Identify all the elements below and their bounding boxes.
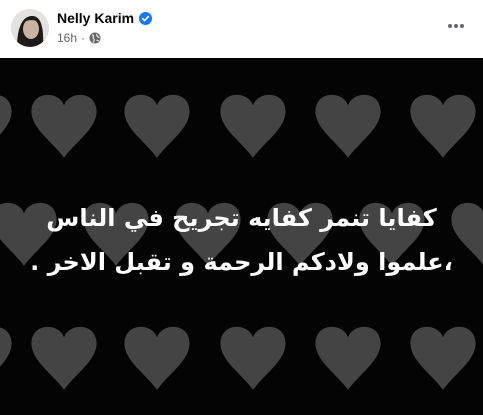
heart-shape [124,326,190,390]
heart-shape [315,94,381,158]
post-image[interactable]: كفايا تنمر كفايه تجريح في الناس ،علموا و… [0,58,483,415]
heart-shape [315,326,381,390]
heart-shape [31,326,97,390]
post-text-line-2: ،علموا ولادكم الرحمة و تقبل الاخر . [30,248,453,276]
heart-shape [220,94,286,158]
post-meta: 16h · [57,30,101,46]
avatar-photo [11,9,49,47]
post-timestamp[interactable]: 16h [57,31,77,45]
heart-shape [124,94,190,158]
heart-shape [0,327,12,367]
author-avatar[interactable] [11,9,49,47]
author-row: Nelly Karim [57,9,153,27]
more-options-icon [447,16,465,34]
heart-shape [410,326,476,390]
post-header: Nelly Karim 16h · [0,0,483,58]
meta-separator: · [81,31,86,45]
globe-icon[interactable] [89,32,101,44]
heart-shape [31,94,97,158]
author-name[interactable]: Nelly Karim [57,10,134,26]
heart-shape [220,326,286,390]
more-options-button[interactable] [443,12,469,38]
post-text-line-1: كفايا تنمر كفايه تجريح في الناس [46,204,437,232]
heart-shape [0,95,12,135]
post-image-text: كفايا تنمر كفايه تجريح في الناس ،علموا و… [0,196,483,284]
verified-badge-icon [139,11,153,25]
heart-shape [410,94,476,158]
